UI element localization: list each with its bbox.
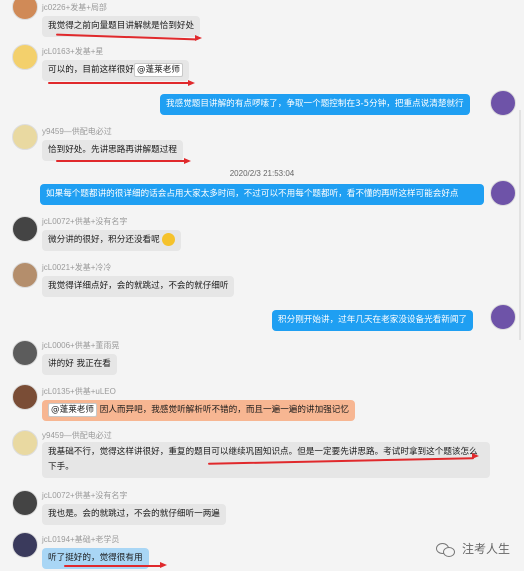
avatar[interactable] [12, 340, 38, 366]
message-bubble[interactable]: 微分讲的很好，积分还没看呢 [42, 230, 182, 251]
message-bubble[interactable]: 我觉得详细点好，会的就跳过，不会的就仔细听 [42, 276, 235, 297]
red-annotation-arrow [56, 160, 186, 162]
arrowhead [188, 80, 195, 86]
scrollbar[interactable] [519, 110, 521, 340]
message-bubble[interactable]: 积分刚开始讲，过年几天在老家没设备光看新闻了 [272, 310, 474, 331]
avatar[interactable] [12, 490, 38, 516]
message-bubble[interactable]: 我感觉题目讲解的有点啰嗦了，争取一个题控制在3-5分钟，把重点说清楚就行 [160, 94, 470, 115]
chat-timestamp: 2020/2/3 21:53:04 [229, 169, 295, 178]
avatar[interactable] [12, 124, 38, 150]
avatar[interactable] [12, 532, 38, 558]
arrowhead [472, 453, 479, 459]
arrowhead [195, 35, 202, 41]
message-bubble[interactable]: @蓬莱老师 因人而异吧，我感觉听解析听不错的，而且一遍一遍的讲加强记忆 [42, 400, 355, 421]
wechat-logo-icon [435, 541, 456, 557]
watermark: 注考人生 [435, 540, 510, 557]
avatar[interactable] [12, 384, 38, 410]
message-text: 微分讲的很好，积分还没看呢 [48, 235, 160, 245]
avatar[interactable] [12, 262, 38, 288]
sender-name: jcL0021+发基+冷冷 [42, 263, 112, 272]
mention-tag[interactable]: @蓬莱老师 [48, 403, 97, 417]
message-bubble[interactable]: 我也是。会的就跳过，不会的就仔细听一两遍 [42, 504, 226, 525]
mention-tag[interactable]: @蓬莱老师 [133, 63, 183, 77]
chat-window: jc0226+发基+局部 我觉得之前向量题目讲解就是恰到好处 jcL0163+发… [0, 0, 524, 571]
message-text: 可以的，目前这样很好 [48, 65, 134, 75]
sender-name: jcL0072+供基+没有名字 [42, 217, 128, 226]
red-annotation-arrow [48, 82, 190, 84]
message-text: 因人而异吧，我感觉听解析听不错的，而且一遍一遍的讲加强记忆 [99, 405, 349, 415]
sender-name: jcL0006+供基+董雨晃 [42, 341, 120, 350]
avatar[interactable] [12, 216, 38, 242]
message-bubble[interactable]: 如果每个题都讲的很详细的话会占用大家太多时间，不过可以不用每个题都听，看不懂的再… [40, 184, 484, 205]
message-bubble[interactable]: 恰到好处。先讲思路再讲解题过程 [42, 140, 183, 161]
avatar[interactable] [12, 430, 38, 456]
avatar[interactable] [490, 90, 516, 116]
watermark-text: 注考人生 [461, 542, 510, 556]
message-bubble[interactable]: 讲的好 我正在看 [42, 354, 117, 375]
sender-name: jcL0194+基础+老学员 [42, 535, 120, 544]
sender-name: jc0226+发基+局部 [42, 3, 107, 12]
sender-name: jcL0072+供基+没有名字 [42, 491, 128, 500]
sender-name: jcL0163+发基+星 [42, 47, 104, 56]
avatar[interactable] [12, 0, 38, 20]
avatar[interactable] [12, 44, 38, 70]
arrowhead [160, 562, 167, 568]
grin-emoji-icon [162, 233, 176, 246]
red-annotation-arrow [64, 565, 162, 567]
arrowhead [184, 158, 191, 164]
avatar[interactable] [490, 304, 516, 330]
message-bubble[interactable]: 可以的，目前这样很好 @蓬莱老师 [42, 60, 189, 81]
sender-name: y9459—供配电必过 [42, 431, 112, 440]
sender-name: jcL0135+供基+uLEO [42, 387, 116, 396]
avatar[interactable] [490, 180, 516, 206]
sender-name: y9459—供配电必过 [42, 127, 112, 136]
